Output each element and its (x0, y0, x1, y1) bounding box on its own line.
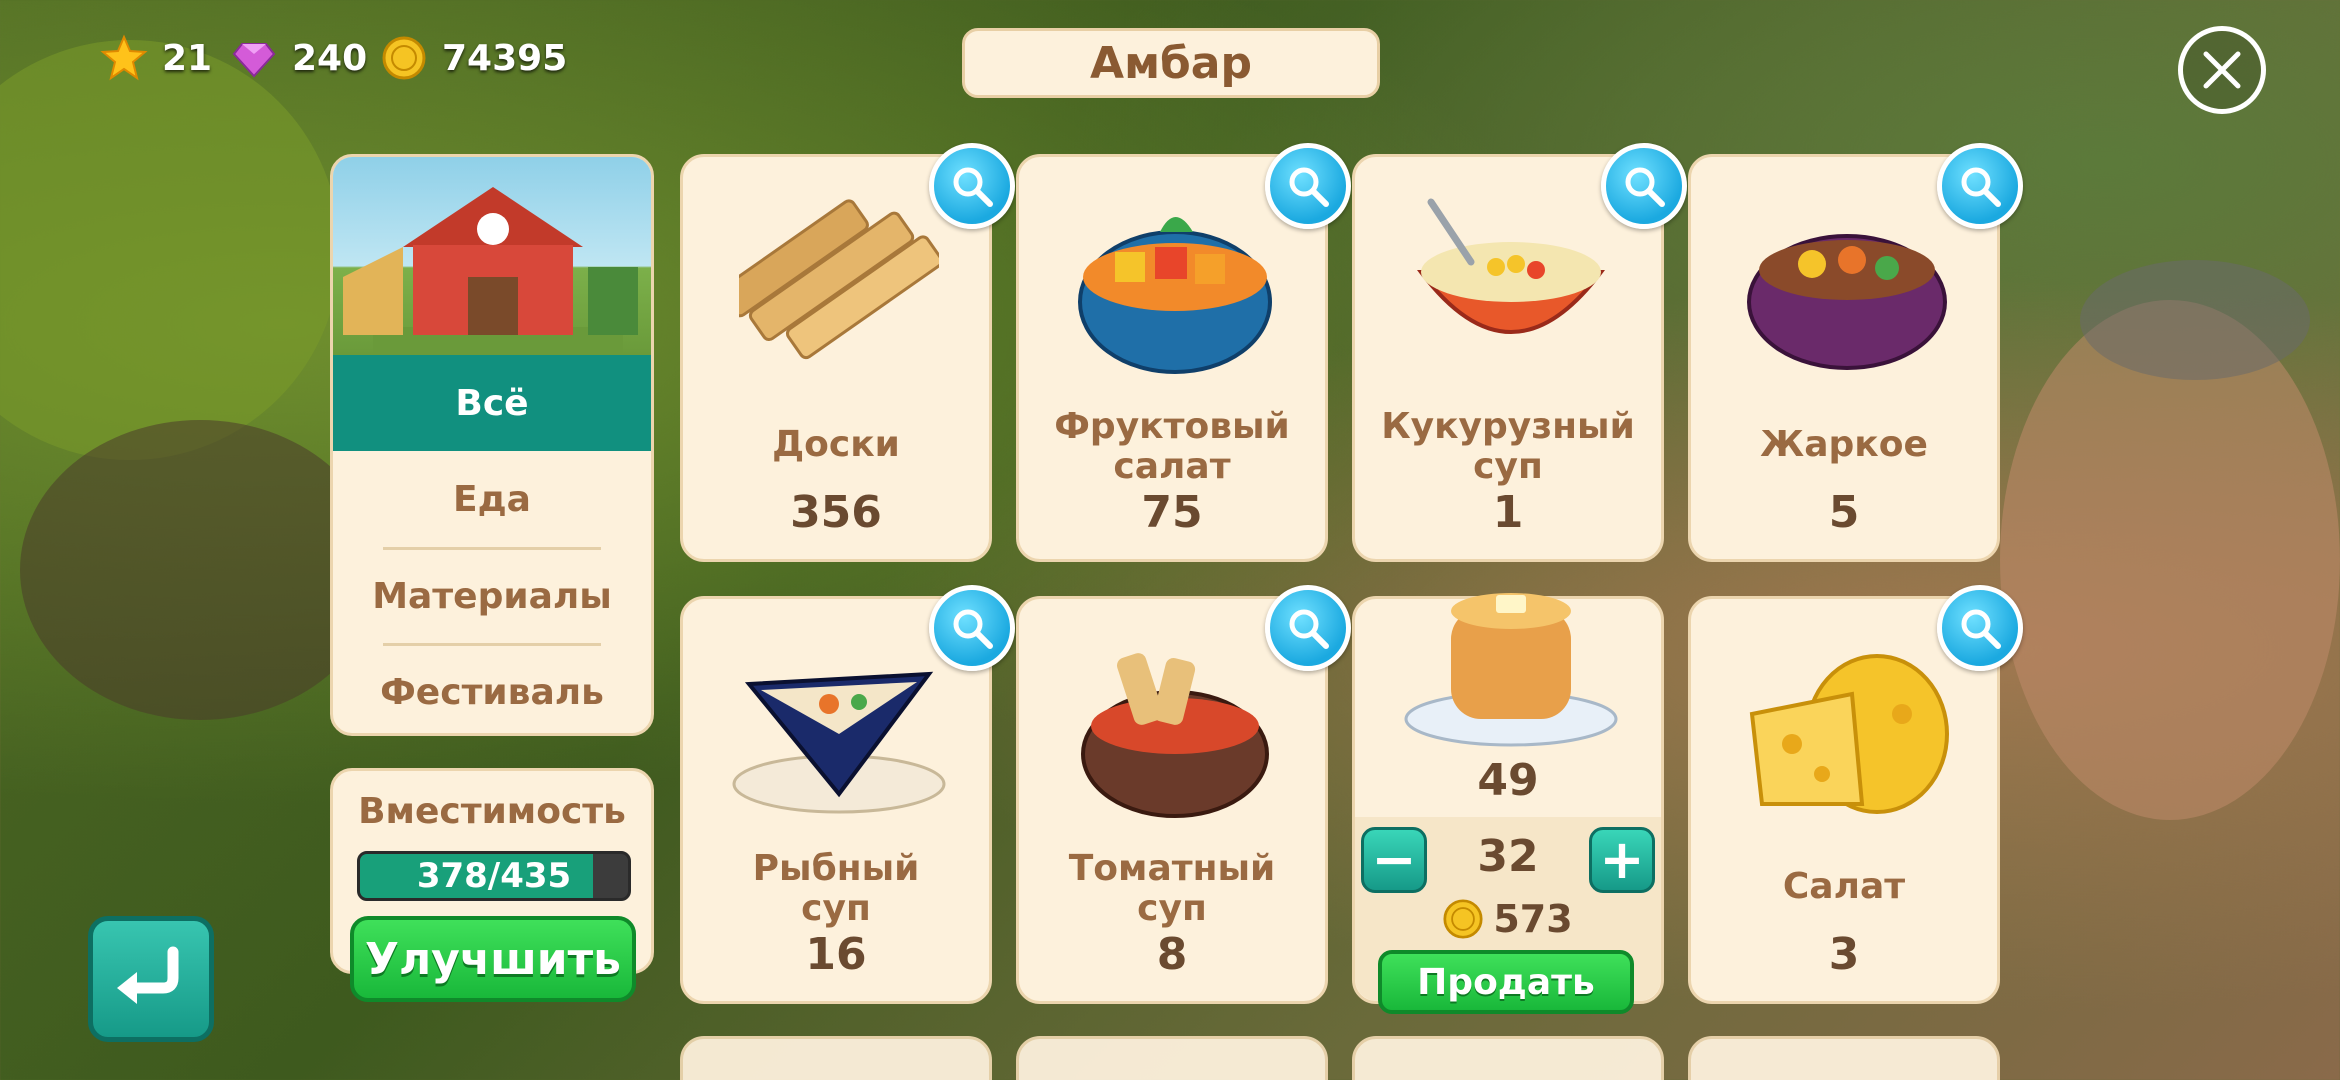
sell-button[interactable]: Продать (1378, 950, 1634, 1014)
item-card-partial[interactable] (680, 1036, 992, 1080)
close-icon (2203, 51, 2241, 89)
coin-icon (1443, 899, 1483, 939)
planks-icon (723, 177, 955, 397)
magnifier-icon[interactable] (1265, 585, 1351, 671)
item-quantity: 3 (1828, 929, 1860, 980)
pancakes-icon (1395, 559, 1627, 759)
gem-icon (230, 34, 278, 82)
capacity-value: 378/435 (416, 856, 572, 896)
background-garden (20, 420, 380, 720)
magnifier-icon[interactable] (929, 143, 1015, 229)
item-quantity: 5 (1828, 487, 1860, 538)
tab-materials[interactable]: Материалы (333, 550, 651, 643)
item-name: Доски (772, 424, 900, 465)
item-card-fruit-salad[interactable]: Фруктовый салат 75 (1016, 143, 1351, 562)
page-title: Амбар (962, 28, 1380, 98)
corn-soup-icon (1395, 177, 1627, 397)
item-quantity: 49 (1477, 755, 1539, 806)
item-name: Кукурузный суп (1381, 406, 1635, 487)
coins-value: 74395 (442, 37, 568, 79)
item-quantity: 356 (790, 487, 882, 538)
stars-value: 21 (162, 37, 213, 79)
back-button[interactable] (88, 916, 214, 1042)
close-button[interactable] (2178, 26, 2266, 114)
sell-price-value: 573 (1493, 897, 1573, 941)
stew-icon (1731, 177, 1963, 397)
item-quantity: 16 (805, 929, 867, 980)
cheese-icon (1731, 619, 1963, 839)
item-quantity: 8 (1156, 929, 1188, 980)
tab-food[interactable]: Еда (333, 451, 651, 547)
gems-value: 240 (292, 37, 368, 79)
item-quantity: 1 (1492, 487, 1524, 538)
capacity-label: Вместимость (358, 791, 626, 832)
item-name: Жаркое (1760, 424, 1928, 465)
item-quantity: 75 (1141, 487, 1203, 538)
sell-price: 573 (1355, 897, 1661, 941)
gems-counter: 240 (230, 34, 367, 82)
increase-button[interactable]: + (1589, 827, 1655, 893)
upgrade-button[interactable]: Улучшить (350, 916, 636, 1002)
item-name: Салат (1782, 866, 1906, 907)
fish-soup-icon (723, 619, 955, 839)
item-name: Рыбный суп (752, 848, 920, 929)
item-card-fish-soup[interactable]: Рыбный суп 16 (680, 585, 1015, 1004)
item-card-cheese[interactable]: Салат 3 (1688, 585, 2023, 1004)
category-panel: Всё Еда Материалы Фестиваль (330, 154, 654, 736)
stars-counter: 21 (100, 34, 212, 82)
item-card-stew[interactable]: Жаркое 5 (1688, 143, 2023, 562)
item-name: Томатный суп (1068, 848, 1276, 929)
magnifier-icon[interactable] (1937, 585, 2023, 671)
coins-counter: 74395 (380, 34, 567, 82)
star-icon (100, 34, 148, 82)
magnifier-icon[interactable] (929, 585, 1015, 671)
barn-image (333, 157, 651, 355)
item-card-tomato-soup[interactable]: Томатный суп 8 (1016, 585, 1351, 1004)
fruit-salad-icon (1059, 177, 1291, 397)
item-card-planks[interactable]: Доски 356 (680, 143, 1015, 562)
capacity-bar: 378/435 (357, 851, 631, 901)
magnifier-icon[interactable] (1937, 143, 2023, 229)
item-card-partial[interactable] (1352, 1036, 1664, 1080)
item-card-corn-soup[interactable]: Кукурузный суп 1 (1352, 143, 1687, 562)
item-card-partial[interactable] (1688, 1036, 2000, 1080)
magnifier-icon[interactable] (1601, 143, 1687, 229)
item-name: Фруктовый салат (1054, 406, 1290, 487)
return-arrow-icon (117, 946, 179, 1004)
tab-all[interactable]: Всё (333, 355, 651, 451)
tomato-soup-icon (1059, 619, 1291, 839)
coin-icon (380, 34, 428, 82)
tab-festival[interactable]: Фестиваль (333, 646, 651, 733)
item-card-pancakes-selected[interactable]: 49 − 32 + 573 (1352, 593, 1664, 1004)
background-table (2080, 260, 2310, 380)
background-foliage (0, 40, 340, 460)
item-card-partial[interactable] (1016, 1036, 1328, 1080)
magnifier-icon[interactable] (1265, 143, 1351, 229)
